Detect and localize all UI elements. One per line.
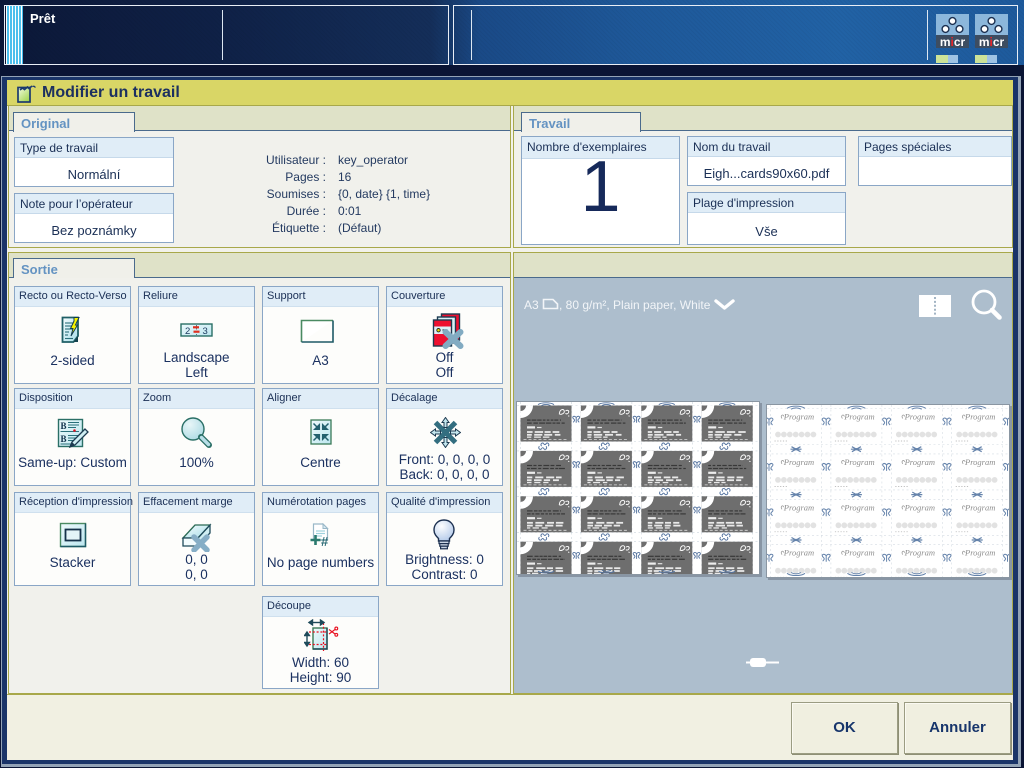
- svg-text:Program: Program: [964, 548, 995, 558]
- svg-text:B: B: [61, 421, 67, 431]
- svg-text:Program: Program: [843, 548, 874, 558]
- svg-text:Program: Program: [964, 457, 995, 467]
- svg-text:Program: Program: [783, 548, 814, 558]
- svg-text:Program: Program: [904, 502, 935, 512]
- svg-text:Program: Program: [843, 412, 874, 422]
- svg-text:#: #: [321, 534, 329, 547]
- svg-text:B: B: [61, 434, 67, 444]
- svg-text:Program: Program: [843, 457, 874, 467]
- svg-text:3: 3: [203, 326, 208, 337]
- svg-text:Program: Program: [783, 412, 814, 422]
- svg-text:Program: Program: [964, 412, 995, 422]
- svg-text:Program: Program: [964, 502, 995, 512]
- svg-text:2: 2: [185, 326, 190, 337]
- svg-text:Program: Program: [783, 502, 814, 512]
- svg-text:Program: Program: [904, 548, 935, 558]
- svg-text:Program: Program: [843, 502, 874, 512]
- svg-text:Program: Program: [783, 457, 814, 467]
- svg-text:Program: Program: [904, 412, 935, 422]
- svg-text:Program: Program: [904, 457, 935, 467]
- svg-text:micr: micr: [979, 35, 1005, 48]
- svg-text:micr: micr: [940, 35, 966, 48]
